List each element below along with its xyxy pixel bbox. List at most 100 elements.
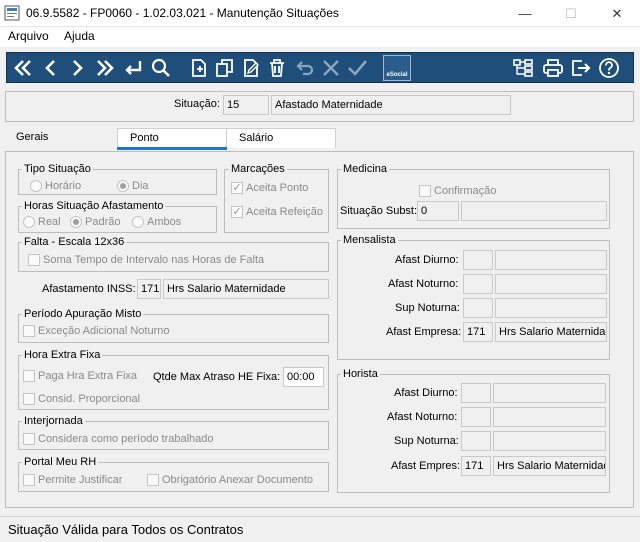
falta-title: Falta - Escala 12x36 [22,236,127,248]
maximize-button[interactable]: ☐ [548,0,594,27]
new-icon[interactable] [187,56,211,80]
edit-icon[interactable] [239,56,263,80]
cancel-icon[interactable] [319,56,343,80]
tab-gerais[interactable]: Gerais [4,128,116,148]
horista-noturno-description-field[interactable] [493,407,606,427]
app-icon [4,5,20,21]
hora-extra-title: Hora Extra Fixa [22,349,103,361]
afastamento-inss-code-field[interactable]: 171 [137,279,161,299]
copy-icon[interactable] [213,56,237,80]
considera-checkbox[interactable] [23,433,35,445]
delete-icon[interactable] [265,56,289,80]
interjornada-title: Interjornada [22,415,85,427]
close-button[interactable]: ✕ [594,0,640,27]
menu-ajuda[interactable]: Ajuda [64,29,95,43]
horario-label: Horário [45,180,82,192]
situacao-subst-code-field[interactable]: 0 [417,201,459,221]
horista-empresa-description-field[interactable]: Hrs Salario Maternidade [493,456,606,476]
structure-icon[interactable] [511,56,535,80]
situacao-description-field[interactable]: Afastado Maternidade [271,95,511,115]
help-icon[interactable] [597,56,621,80]
active-tab-indicator [117,147,227,150]
horista-sup-noturna-label: Sup Noturna: [394,435,459,447]
aceita-ponto-label: Aceita Ponto [246,182,309,194]
consid-proporcional-checkbox[interactable] [23,393,35,405]
print-icon[interactable] [541,56,565,80]
mensalista-noturno-description-field[interactable] [495,274,607,294]
horista-diurno-label: Afast Diurno: [394,387,458,399]
horista-title: Horista [341,368,380,380]
mensalista-title: Mensalista [341,234,398,246]
paga-hra-label: Paga Hra Extra Fixa [38,370,138,382]
horista-diurno-code-field[interactable] [461,383,491,403]
status-text: Situação Válida para Todos os Contratos [8,522,244,537]
real-label: Real [38,216,61,228]
medicina-title: Medicina [341,163,390,175]
dia-radio[interactable] [117,180,129,192]
mensalista-noturno-label: Afast Noturno: [388,278,459,290]
aceita-refeicao-label: Aceita Refeição [246,206,324,218]
first-icon[interactable] [11,56,35,80]
last-icon[interactable] [93,56,117,80]
qtde-max-label: Qtde Max Atraso HE Fixa: [153,371,281,383]
title-bar: 06.9.5582 - FP0060 - 1.02.03.021 - Manut… [0,0,640,27]
mensalista-empresa-code-field[interactable]: 171 [463,322,493,342]
confirmacao-label: Confirmação [434,185,497,197]
mensalista-empresa-description-field[interactable]: Hrs Salario Maternidade [495,322,607,342]
situacao-code-field[interactable]: 15 [223,95,269,115]
horista-sup-noturna-description-field[interactable] [493,431,606,451]
mensalista-diurno-code-field[interactable] [463,250,493,270]
tab-ponto[interactable]: Ponto [117,128,227,148]
obrigatorio-anexar-checkbox[interactable] [147,474,159,486]
menu-arquivo[interactable]: Arquivo [8,29,49,43]
horario-radio[interactable] [30,180,42,192]
mensalista-noturno-code-field[interactable] [463,274,493,294]
situacao-label: Situação: [174,98,220,110]
mensalista-sup-noturna-code-field[interactable] [463,298,493,318]
tipo-situacao-title: Tipo Situação [22,163,93,175]
situacao-subst-description-field[interactable] [461,201,607,221]
confirmacao-checkbox[interactable] [419,185,431,197]
previous-icon[interactable] [39,56,63,80]
excecao-label: Exceção Adicional Noturno [38,325,170,337]
padrao-radio[interactable] [70,216,82,228]
horista-diurno-description-field[interactable] [493,383,606,403]
minimize-button[interactable]: — [502,0,548,27]
horista-empresa-label: Afast Empres: [391,460,461,472]
marcacoes-group [224,169,329,233]
padrao-label: Padrão [85,216,121,228]
horas-afastamento-title: Horas Situação Afastamento [22,200,166,212]
esocial-icon[interactable]: eSocial [383,55,411,81]
qtde-max-field[interactable]: 00:00 [283,367,324,387]
soma-tempo-checkbox[interactable] [28,254,40,266]
toolbar: eSocial [6,52,634,83]
permite-justificar-checkbox[interactable] [23,474,35,486]
excecao-checkbox[interactable] [23,325,35,337]
aceita-ponto-checkbox[interactable] [231,182,243,194]
obrigatorio-anexar-label: Obrigatório Anexar Documento [162,474,314,486]
mensalista-sup-noturna-label: Sup Noturna: [395,302,460,314]
next-icon[interactable] [65,56,89,80]
mensalista-sup-noturna-description-field[interactable] [495,298,607,318]
mensalista-diurno-label: Afast Diurno: [395,254,459,266]
search-icon[interactable] [149,56,173,80]
horista-noturno-label: Afast Noturno: [387,411,458,423]
enter-icon[interactable] [121,56,145,80]
aceita-refeicao-checkbox[interactable] [231,206,243,218]
paga-hra-checkbox[interactable] [23,370,35,382]
real-radio[interactable] [23,216,35,228]
exit-icon[interactable] [569,56,593,80]
horista-noturno-code-field[interactable] [461,407,491,427]
mensalista-diurno-description-field[interactable] [495,250,607,270]
considera-label: Considera como período trabalhado [38,433,214,445]
afastamento-inss-description-field[interactable]: Hrs Salario Maternidade [163,279,329,299]
situacao-subst-label: Situação Subst: [340,205,418,217]
periodo-apuracao-title: Período Apuração Misto [22,308,144,320]
confirm-icon[interactable] [345,56,369,80]
tab-salario[interactable]: Salário [226,128,336,148]
horista-empresa-code-field[interactable]: 171 [461,456,491,476]
horista-sup-noturna-code-field[interactable] [461,431,491,451]
undo-icon[interactable] [293,56,317,80]
permite-justificar-label: Permite Justificar [38,474,123,486]
ambos-radio[interactable] [132,216,144,228]
